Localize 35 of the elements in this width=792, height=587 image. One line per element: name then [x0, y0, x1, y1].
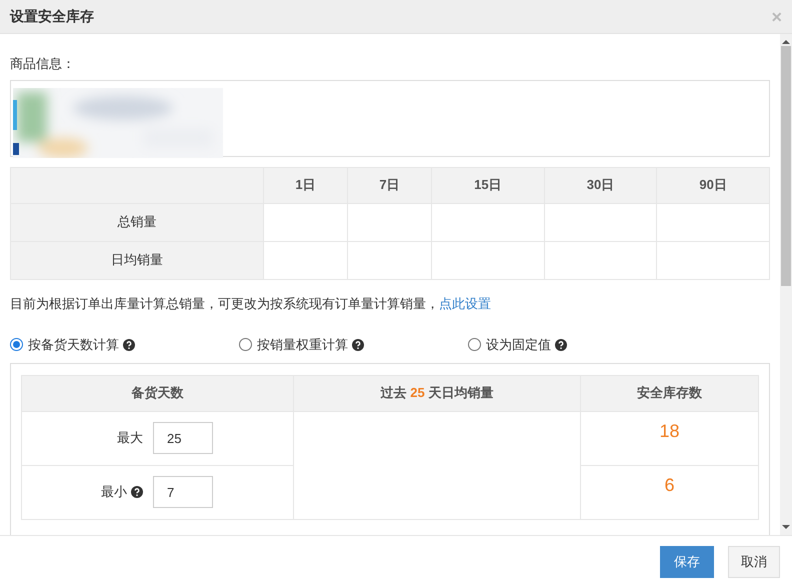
- column-header: 30日: [586, 177, 614, 192]
- field-label: 最大: [117, 429, 143, 448]
- column-header: 90日: [699, 177, 727, 192]
- radio-label[interactable]: 按销量权重计算: [257, 335, 348, 354]
- help-icon[interactable]: [123, 338, 135, 351]
- settings-link[interactable]: 点此设置: [439, 294, 491, 313]
- help-icon[interactable]: [352, 338, 364, 351]
- radio-label[interactable]: 按备货天数计算: [28, 335, 119, 354]
- cancel-button[interactable]: 取消: [728, 546, 780, 578]
- stock-value: 18: [659, 420, 680, 440]
- help-icon[interactable]: [555, 338, 567, 351]
- column-header: 1日: [295, 177, 316, 192]
- column-header: 安全库存数: [637, 385, 702, 400]
- column-header: 备货天数: [132, 385, 184, 400]
- field-label: 最小: [101, 483, 127, 502]
- stock-value: 6: [664, 474, 674, 494]
- field-label: 商品信息：: [10, 55, 76, 73]
- radio-button[interactable]: [10, 338, 23, 352]
- column-header: 过去 25 天日均销量: [380, 385, 494, 400]
- scroll-down-icon[interactable]: [782, 525, 790, 529]
- radio-button[interactable]: [239, 338, 252, 352]
- scroll-up-icon[interactable]: [782, 40, 790, 44]
- column-header: 7日: [379, 177, 400, 192]
- row-label: 日均销量: [111, 252, 163, 268]
- save-button[interactable]: 保存: [660, 546, 714, 578]
- row-label: 总销量: [118, 214, 156, 230]
- input-field[interactable]: 7: [153, 476, 213, 508]
- info-text: 目前为根据订单出库量计算总销量，可更改为按系统现有订单量计算销量，: [10, 294, 439, 312]
- help-icon[interactable]: [131, 486, 143, 498]
- dialog-title: 设置安全库存: [10, 7, 94, 26]
- scrollbar[interactable]: [780, 34, 792, 535]
- radio-button[interactable]: [468, 338, 481, 352]
- input-field[interactable]: 25: [153, 422, 213, 454]
- radio-label[interactable]: 设为固定值: [486, 335, 551, 354]
- column-header: 15日: [474, 177, 502, 192]
